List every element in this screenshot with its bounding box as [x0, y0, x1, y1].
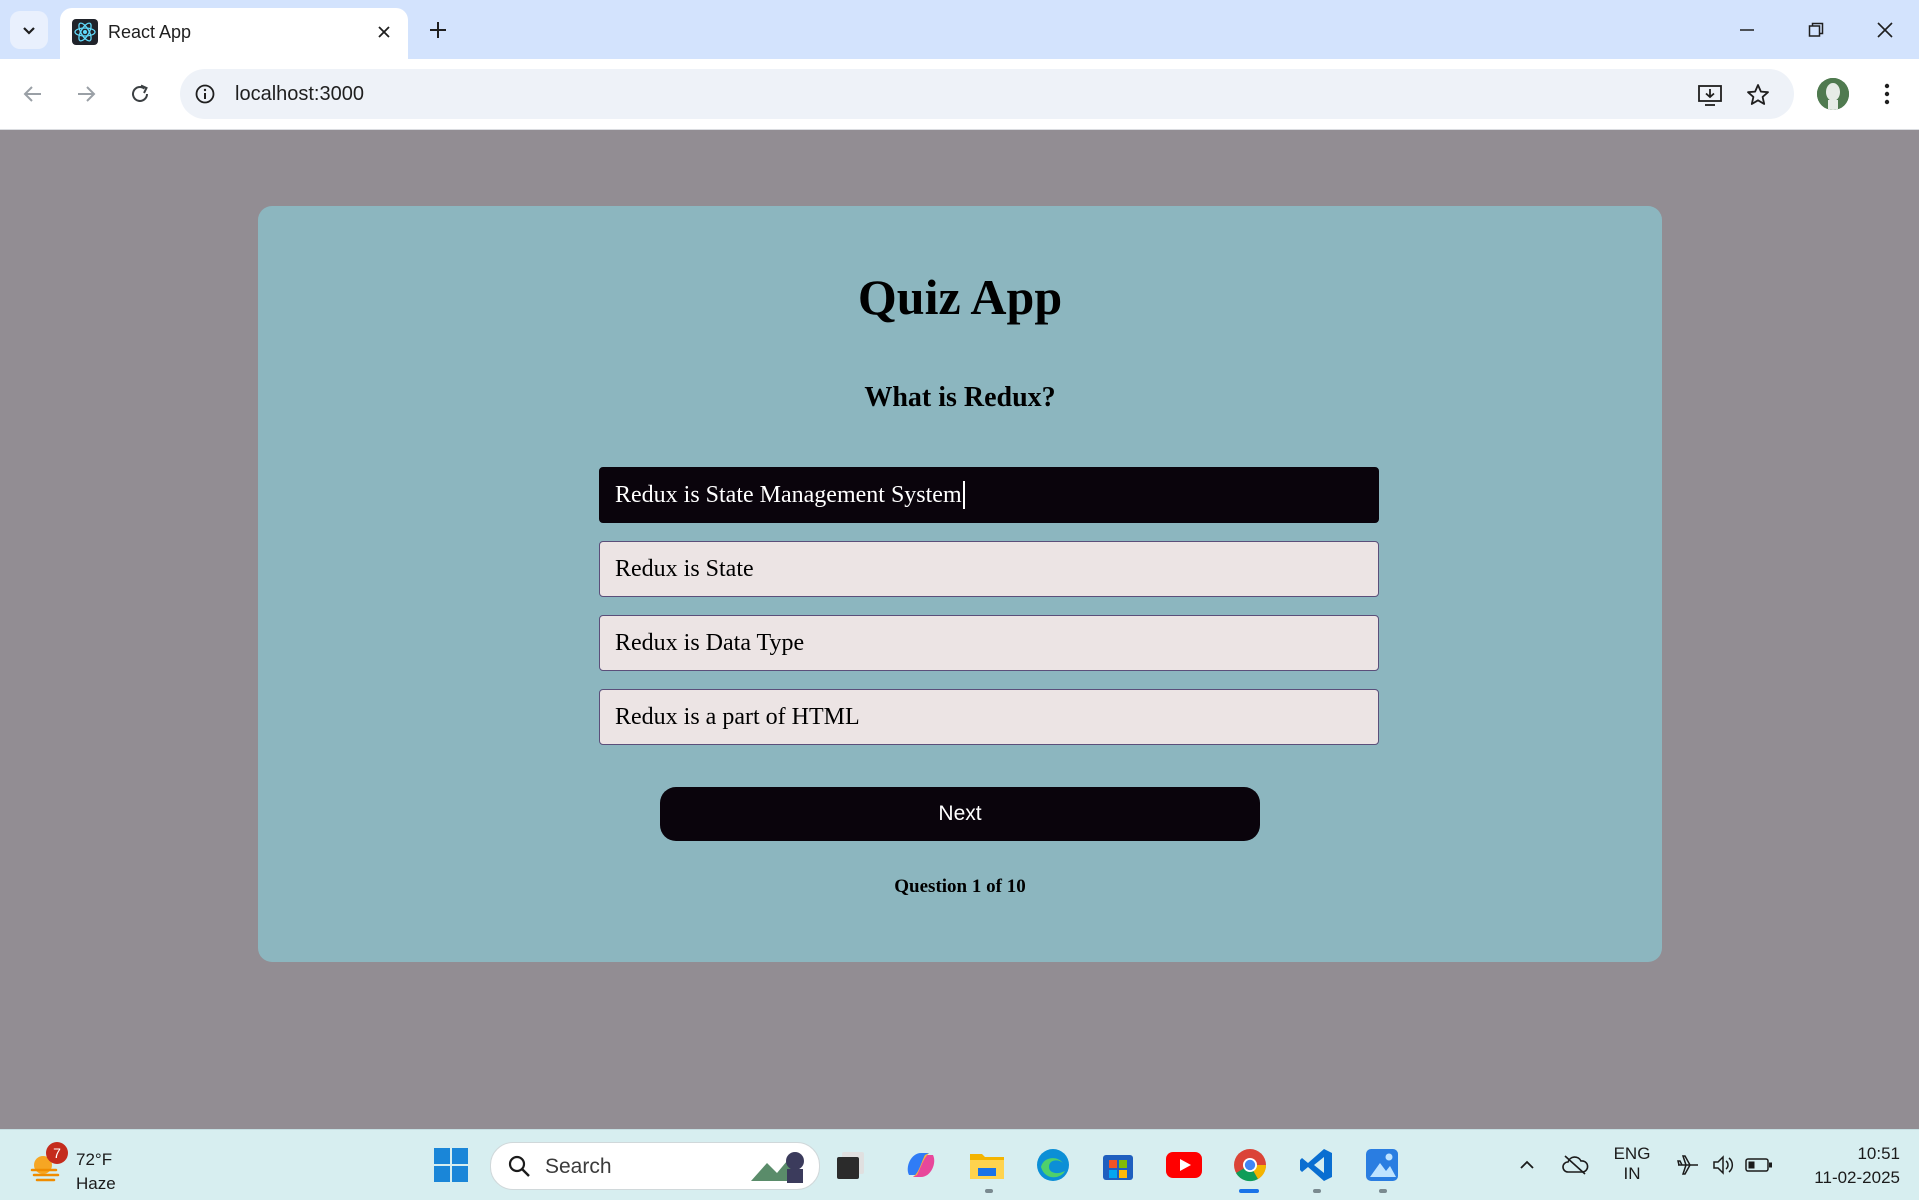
arrow-right-icon: [78, 86, 96, 102]
store-icon: [1103, 1155, 1133, 1180]
active-app-indicator: [1239, 1189, 1259, 1193]
react-logo-icon: [72, 19, 98, 45]
plus-icon: [430, 22, 446, 38]
edge-icon: [1037, 1149, 1069, 1181]
battery-icon: [1745, 1158, 1772, 1172]
start-button[interactable]: [429, 1143, 473, 1187]
battery-status[interactable]: [1737, 1143, 1781, 1187]
running-indicator: [985, 1189, 993, 1193]
reload-button[interactable]: [121, 75, 159, 113]
next-button[interactable]: Next: [660, 787, 1260, 841]
chrome-icon: [1234, 1149, 1267, 1182]
notification-badge: 7: [46, 1142, 68, 1164]
install-icon: [1698, 85, 1722, 106]
url-text[interactable]: localhost:3000: [235, 83, 364, 106]
taskbar-youtube[interactable]: [1162, 1143, 1206, 1187]
question-progress: Question 1 of 10: [894, 876, 1026, 897]
more-vertical-icon: [1884, 83, 1890, 105]
browser-tab[interactable]: React App: [60, 8, 408, 59]
running-indicator: [1379, 1189, 1387, 1193]
back-button[interactable]: [14, 75, 52, 113]
clock-time: 10:51: [1857, 1144, 1900, 1163]
answer-option-4[interactable]: Redux is a part of HTML: [599, 689, 1379, 745]
clock-date: 11-02-2025: [1814, 1168, 1900, 1187]
copilot-icon: [907, 1153, 935, 1177]
question-text: What is Redux?: [864, 382, 1056, 413]
page-title: Quiz App: [857, 269, 1063, 325]
weather-temperature: 72°F: [76, 1150, 113, 1169]
text-caret: [962, 481, 965, 509]
chevron-up-icon: [1520, 1160, 1534, 1169]
avatar-icon: [1817, 78, 1849, 110]
windows-logo-icon: [434, 1148, 468, 1182]
tab-title: React App: [108, 22, 192, 42]
weather-condition: Haze: [76, 1174, 116, 1193]
quiz-card: Quiz App What is Redux? Redux is State M…: [258, 206, 1662, 962]
restore-icon: [1808, 22, 1824, 37]
browser-menu-button[interactable]: [1872, 77, 1902, 111]
minimize-icon: [1740, 29, 1754, 31]
windows-taskbar: 7 72°F Haze Search ENG IN 10:51 11-02-20…: [0, 1129, 1919, 1200]
close-icon: [378, 26, 390, 38]
address-bar[interactable]: localhost:3000: [180, 69, 1794, 119]
weather-widget[interactable]: 7 72°F Haze: [24, 1138, 134, 1193]
answer-option-label: Redux is Data Type: [615, 629, 805, 656]
taskbar-store[interactable]: [1096, 1143, 1140, 1187]
answer-option-label: Redux is a part of HTML: [615, 703, 860, 730]
browser-toolbar: localhost:3000: [0, 59, 1919, 130]
taskbar-file-explorer[interactable]: [965, 1143, 1009, 1187]
search-placeholder: Search: [545, 1155, 612, 1178]
taskbar-photos[interactable]: [1360, 1143, 1404, 1187]
language-indicator[interactable]: ENG IN: [1607, 1144, 1657, 1184]
taskbar-search[interactable]: Search: [490, 1142, 820, 1190]
airplane-icon: [1677, 1155, 1698, 1175]
system-clock[interactable]: 10:51 11-02-2025: [1790, 1142, 1900, 1190]
photos-icon: [1366, 1149, 1398, 1181]
taskbar-copilot[interactable]: [899, 1143, 943, 1187]
region-code: IN: [1623, 1164, 1641, 1183]
chevron-down-icon: [23, 27, 35, 35]
answer-option-3[interactable]: Redux is Data Type: [599, 615, 1379, 671]
tab-close-button[interactable]: [372, 20, 396, 44]
running-indicator: [1313, 1189, 1321, 1193]
close-window-button[interactable]: [1865, 12, 1905, 48]
vscode-icon: [1300, 1149, 1332, 1181]
cloud-offline-icon: [1562, 1155, 1589, 1175]
folder-icon: [970, 1154, 1004, 1179]
restore-button[interactable]: [1796, 12, 1836, 48]
youtube-icon: [1166, 1152, 1202, 1178]
arrow-left-icon: [23, 86, 41, 102]
volume-icon: [1713, 1155, 1734, 1175]
answer-option-1[interactable]: Redux is State Management System: [599, 467, 1379, 523]
show-hidden-icons-button[interactable]: [1505, 1143, 1549, 1187]
site-info-button[interactable]: [192, 81, 218, 107]
profile-avatar[interactable]: [1817, 78, 1849, 110]
minimize-button[interactable]: [1727, 12, 1767, 48]
language-code: ENG: [1613, 1144, 1651, 1163]
install-app-button[interactable]: [1696, 81, 1724, 109]
taskbar-chrome[interactable]: [1228, 1143, 1272, 1187]
taskbar-task-view[interactable]: [829, 1143, 873, 1187]
answer-option-2[interactable]: Redux is State: [599, 541, 1379, 597]
browser-tab-strip: React App: [0, 0, 1919, 59]
tab-search-button[interactable]: [10, 11, 48, 49]
bookmark-button[interactable]: [1744, 81, 1772, 109]
star-icon: [1747, 84, 1769, 105]
close-icon: [1877, 22, 1893, 38]
search-highlight-illustration-icon: [751, 1152, 804, 1183]
forward-button[interactable]: [67, 75, 105, 113]
taskbar-edge[interactable]: [1031, 1143, 1075, 1187]
reload-icon: [132, 84, 148, 102]
onedrive-status[interactable]: [1553, 1143, 1597, 1187]
answer-option-label: Redux is State Management System: [615, 481, 962, 508]
answer-option-label: Redux is State: [615, 555, 754, 582]
info-icon: [195, 84, 215, 104]
taskbar-vscode[interactable]: [1294, 1143, 1338, 1187]
new-tab-button[interactable]: [424, 16, 452, 44]
task-view-icon: [837, 1152, 864, 1179]
search-icon: [508, 1155, 530, 1177]
